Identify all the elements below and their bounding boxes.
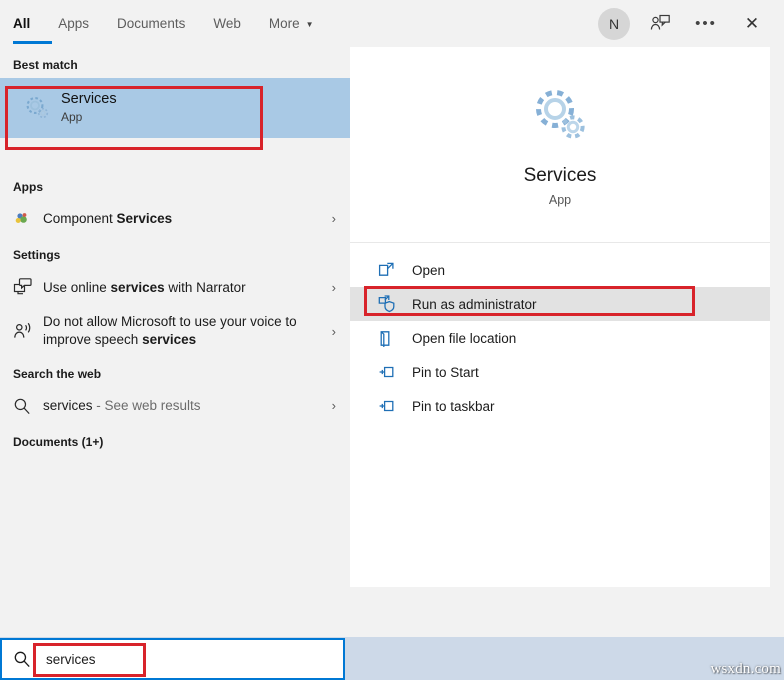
preview-action-list: Open Run as administrator Open file loca… [350,243,770,423]
action-open[interactable]: Open [350,253,770,287]
pin-icon [378,397,412,415]
settings-heading: Settings [13,248,61,262]
person-feedback-icon [649,13,671,35]
search-magnifier-icon [13,397,43,415]
close-button[interactable]: ✕ [730,2,774,46]
preview-header: Services App [350,47,770,242]
search-magnifier-icon [2,650,42,668]
search-input[interactable] [42,651,343,667]
web-result-services[interactable]: services - See web results › [0,387,350,424]
taskbar-search-box[interactable] [0,638,345,680]
tab-more[interactable]: More ▼ [269,0,327,47]
preview-pane: Services App Open Run as administrator O… [350,47,770,587]
services-gears-icon [13,93,61,123]
ellipsis-icon: ••• [695,14,717,32]
best-match-subtitle: App [61,110,83,124]
pin-icon [378,363,412,381]
preview-title: Services [523,164,597,186]
documents-heading: Documents (1+) [13,435,104,449]
web-heading: Search the web [13,367,102,381]
narrator-monitor-icon [13,277,43,297]
setting-result-speech[interactable]: Do not allow Microsoft to use your voice… [0,306,350,356]
best-match-text: Services App [61,90,117,126]
avatar-initial: N [608,15,620,32]
services-gears-icon [527,83,593,149]
results-column: Best match Services App Apps Component S… [0,47,350,637]
action-label: Pin to taskbar [412,398,495,414]
action-label: Run as administrator [412,296,537,312]
shield-run-icon [378,295,412,313]
best-match-heading: Best match [13,58,78,72]
tab-all[interactable]: All [13,0,53,47]
more-options-button[interactable]: ••• [684,2,728,46]
action-label: Pin to Start [412,364,479,380]
tab-apps-label: Apps [58,16,90,31]
best-match-result-services[interactable]: Services App [0,78,350,138]
action-run-as-administrator[interactable]: Run as administrator [350,287,770,321]
search-flyout: All Apps Documents Web More ▼ N ••• ✕ Be… [0,0,784,637]
chevron-right-icon[interactable]: › [332,211,350,226]
folder-location-icon [378,330,412,347]
action-pin-to-start[interactable]: Pin to Start [350,355,770,389]
action-label: Open file location [412,330,517,346]
tab-documents-label: Documents [117,16,186,31]
app-result-label: Component Services [43,211,173,226]
component-services-icon [13,210,43,228]
setting-result-label: Do not allow Microsoft to use your voice… [43,314,297,347]
open-external-icon [378,262,412,279]
app-result-component-services[interactable]: Component Services › [0,200,350,237]
close-icon: ✕ [744,13,760,33]
preview-subtitle: App [548,192,572,207]
search-tabbar: All Apps Documents Web More ▼ N ••• ✕ [0,0,784,47]
web-result-label: services - See web results [43,398,201,413]
apps-heading: Apps [13,180,43,194]
setting-result-label: Use online services with Narrator [43,279,246,295]
best-match-title: Services [61,91,117,107]
tab-more-label: More [268,16,300,31]
tab-apps[interactable]: Apps [58,0,102,47]
chevron-right-icon[interactable]: › [332,324,350,339]
setting-result-narrator[interactable]: Use online services with Narrator › [0,268,350,306]
tab-list: All Apps Documents Web More ▼ [0,0,342,47]
tab-documents[interactable]: Documents [117,0,198,47]
feedback-button[interactable] [638,2,682,46]
action-open-file-location[interactable]: Open file location [350,321,770,355]
windows-search-screen: All Apps Documents Web More ▼ N ••• ✕ Be… [0,0,784,680]
action-pin-to-taskbar[interactable]: Pin to taskbar [350,389,770,423]
site-watermark: wsxdn.com [710,661,781,677]
tab-web[interactable]: Web [213,0,254,47]
action-label: Open [412,262,446,278]
header-actions: N ••• ✕ [592,0,774,47]
chevron-down-icon: ▼ [305,20,314,29]
tab-all-label: All [13,16,31,31]
speech-person-icon [13,321,43,341]
chevron-right-icon[interactable]: › [332,280,350,295]
chevron-right-icon[interactable]: › [332,398,350,413]
tab-web-label: Web [213,16,241,31]
avatar: N [598,7,630,40]
account-button[interactable]: N [592,2,636,46]
